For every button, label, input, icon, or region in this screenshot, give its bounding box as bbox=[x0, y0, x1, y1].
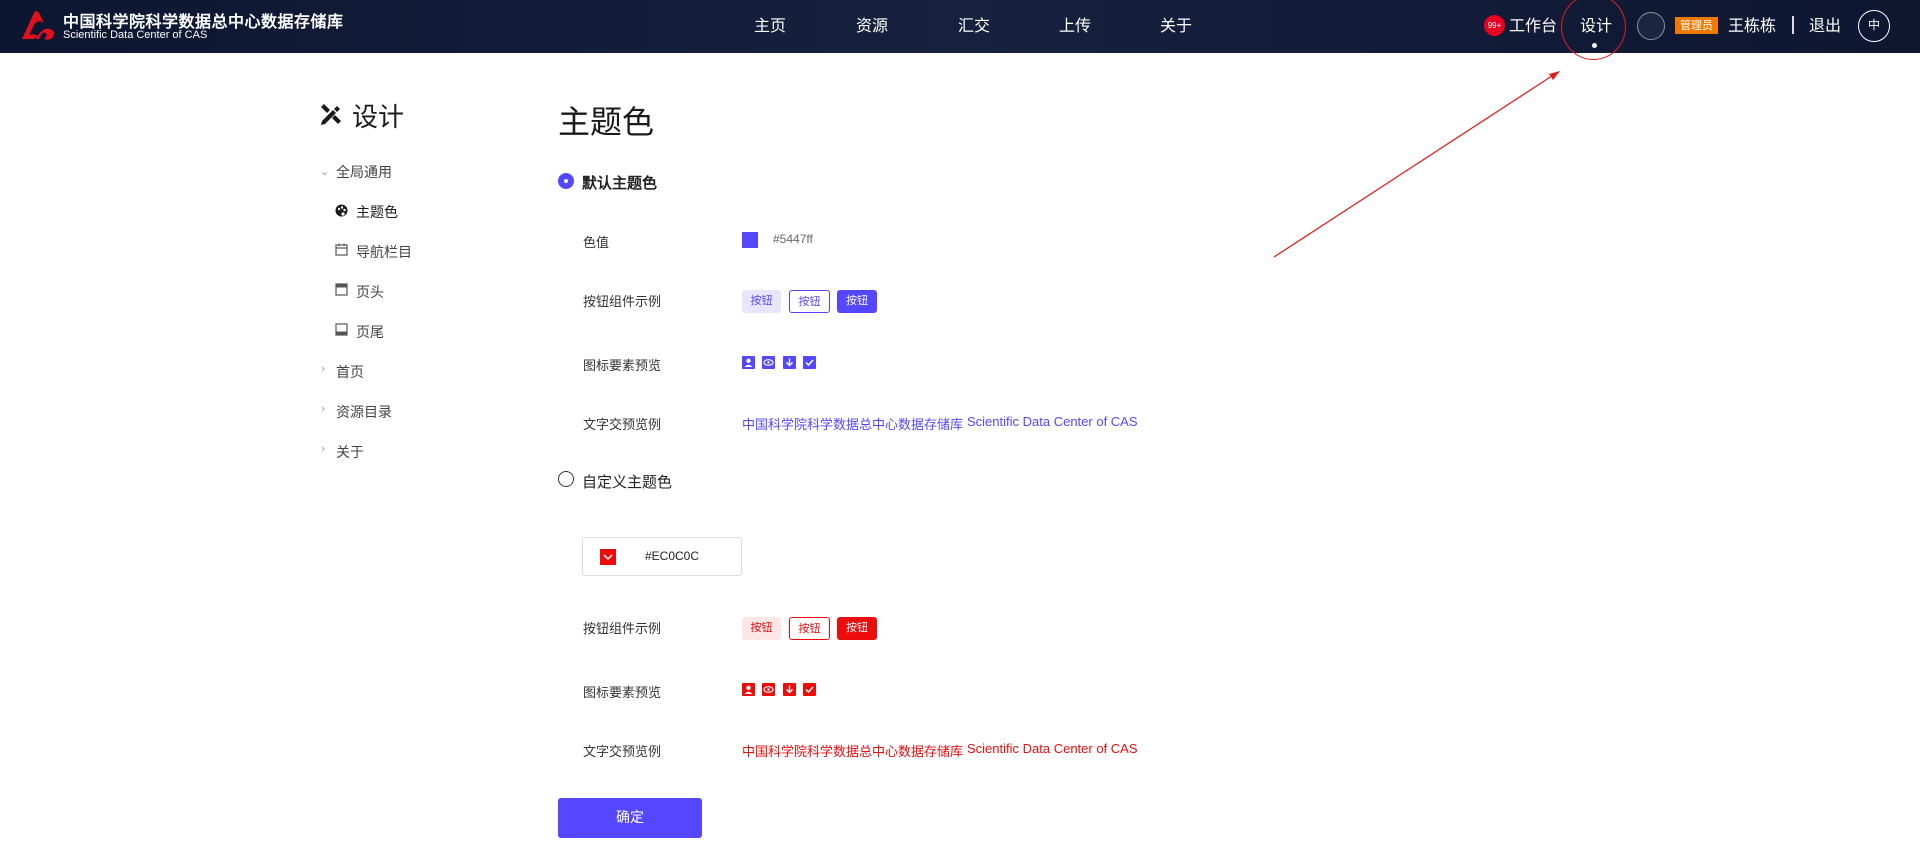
icon-preview-label: 图标要素预览 bbox=[583, 359, 662, 374]
nav-resources[interactable]: 资源 bbox=[856, 0, 888, 53]
username[interactable]: 王栋栋 bbox=[1728, 0, 1776, 51]
custom-preview-text-en: Scientific Data Center of CAS bbox=[967, 741, 1138, 756]
avatar[interactable] bbox=[1637, 12, 1665, 40]
cas-logo-icon[interactable] bbox=[20, 9, 58, 41]
sample-light-button[interactable]: 按钮 bbox=[742, 290, 781, 313]
text-preview-label: 文字交预览例 bbox=[583, 745, 662, 760]
sidebar-group-resource-catalog[interactable]: 资源目录 bbox=[336, 402, 392, 422]
page-header-icon bbox=[335, 283, 348, 296]
chevron-down-icon bbox=[603, 554, 613, 561]
chevron-right-icon[interactable]: › bbox=[321, 362, 325, 375]
annotation-arrow-icon bbox=[1273, 71, 1560, 258]
checkbox-icon bbox=[803, 683, 816, 696]
sample-solid-button[interactable]: 按钮 bbox=[837, 290, 877, 313]
sample-light-button[interactable]: 按钮 bbox=[742, 617, 781, 640]
nav-upload[interactable]: 上传 bbox=[1059, 0, 1091, 53]
notification-badge: 99+ bbox=[1484, 15, 1505, 36]
top-navbar: 中国科学院科学数据总中心数据存储库 Scientific Data Center… bbox=[0, 0, 1920, 53]
language-switch-button[interactable]: 中 bbox=[1858, 10, 1890, 42]
sidebar-group-global[interactable]: 全局通用 bbox=[336, 162, 392, 182]
eye-icon bbox=[762, 683, 775, 696]
sidebar-title: 设计 bbox=[352, 103, 405, 133]
custom-color-swatch[interactable] bbox=[600, 549, 616, 565]
chevron-right-icon[interactable]: › bbox=[321, 442, 325, 455]
checkbox-icon bbox=[803, 356, 816, 369]
palette-icon bbox=[335, 204, 348, 217]
page-title: 主题色 bbox=[558, 103, 655, 141]
sidebar-item-header[interactable]: 页头 bbox=[356, 282, 384, 302]
user-icon bbox=[742, 683, 755, 696]
sample-outline-button[interactable]: 按钮 bbox=[789, 617, 830, 640]
divider bbox=[1792, 16, 1794, 34]
color-value-label: 色值 bbox=[583, 236, 610, 251]
chevron-down-icon[interactable]: ⌄ bbox=[320, 165, 329, 178]
role-badge: 管理员 bbox=[1675, 17, 1718, 34]
text-preview-label: 文字交预览例 bbox=[583, 418, 662, 433]
default-preview-text-cn: 中国科学院科学数据总中心数据存储库 bbox=[742, 418, 964, 433]
download-icon bbox=[783, 683, 796, 696]
button-example-label: 按钮组件示例 bbox=[583, 622, 662, 637]
download-icon bbox=[783, 356, 796, 369]
custom-color-picker[interactable]: #EC0C0C bbox=[582, 537, 742, 576]
chevron-right-icon[interactable]: › bbox=[321, 402, 325, 415]
custom-theme-radio[interactable] bbox=[558, 471, 574, 487]
user-icon bbox=[742, 356, 755, 369]
default-theme-label[interactable]: 默认主题色 bbox=[582, 172, 657, 193]
button-example-label: 按钮组件示例 bbox=[583, 295, 662, 310]
default-color-swatch bbox=[742, 232, 758, 248]
custom-color-hex[interactable]: #EC0C0C bbox=[645, 549, 699, 563]
default-preview-text-en: Scientific Data Center of CAS bbox=[967, 414, 1138, 429]
sidebar-item-footer[interactable]: 页尾 bbox=[356, 322, 384, 342]
default-color-hex: #5447ff bbox=[773, 232, 813, 246]
nav-home[interactable]: 主页 bbox=[754, 0, 786, 53]
sidebar-item-nav-columns[interactable]: 导航栏目 bbox=[356, 242, 412, 262]
sample-outline-button[interactable]: 按钮 bbox=[789, 290, 830, 313]
brand-subtitle: Scientific Data Center of CAS bbox=[63, 29, 208, 41]
page-footer-icon bbox=[335, 323, 348, 336]
default-theme-radio[interactable] bbox=[558, 173, 574, 189]
sidebar-item-theme-color[interactable]: 主题色 bbox=[356, 202, 398, 222]
eye-icon bbox=[762, 356, 775, 369]
nav-submission[interactable]: 汇交 bbox=[958, 0, 990, 53]
icon-preview-label: 图标要素预览 bbox=[583, 686, 662, 701]
custom-preview-text-cn: 中国科学院科学数据总中心数据存储库 bbox=[742, 745, 964, 760]
calendar-icon bbox=[335, 243, 348, 256]
logout-link[interactable]: 退出 bbox=[1809, 0, 1841, 51]
workbench-link[interactable]: 工作台 bbox=[1509, 0, 1557, 51]
sample-solid-button[interactable]: 按钮 bbox=[837, 617, 877, 640]
nav-about[interactable]: 关于 bbox=[1160, 0, 1192, 53]
sidebar-group-home[interactable]: 首页 bbox=[336, 362, 364, 382]
confirm-button[interactable]: 确定 bbox=[558, 798, 702, 838]
design-tools-icon bbox=[321, 104, 341, 125]
sidebar-group-about[interactable]: 关于 bbox=[336, 442, 364, 462]
custom-theme-label[interactable]: 自定义主题色 bbox=[582, 471, 672, 492]
